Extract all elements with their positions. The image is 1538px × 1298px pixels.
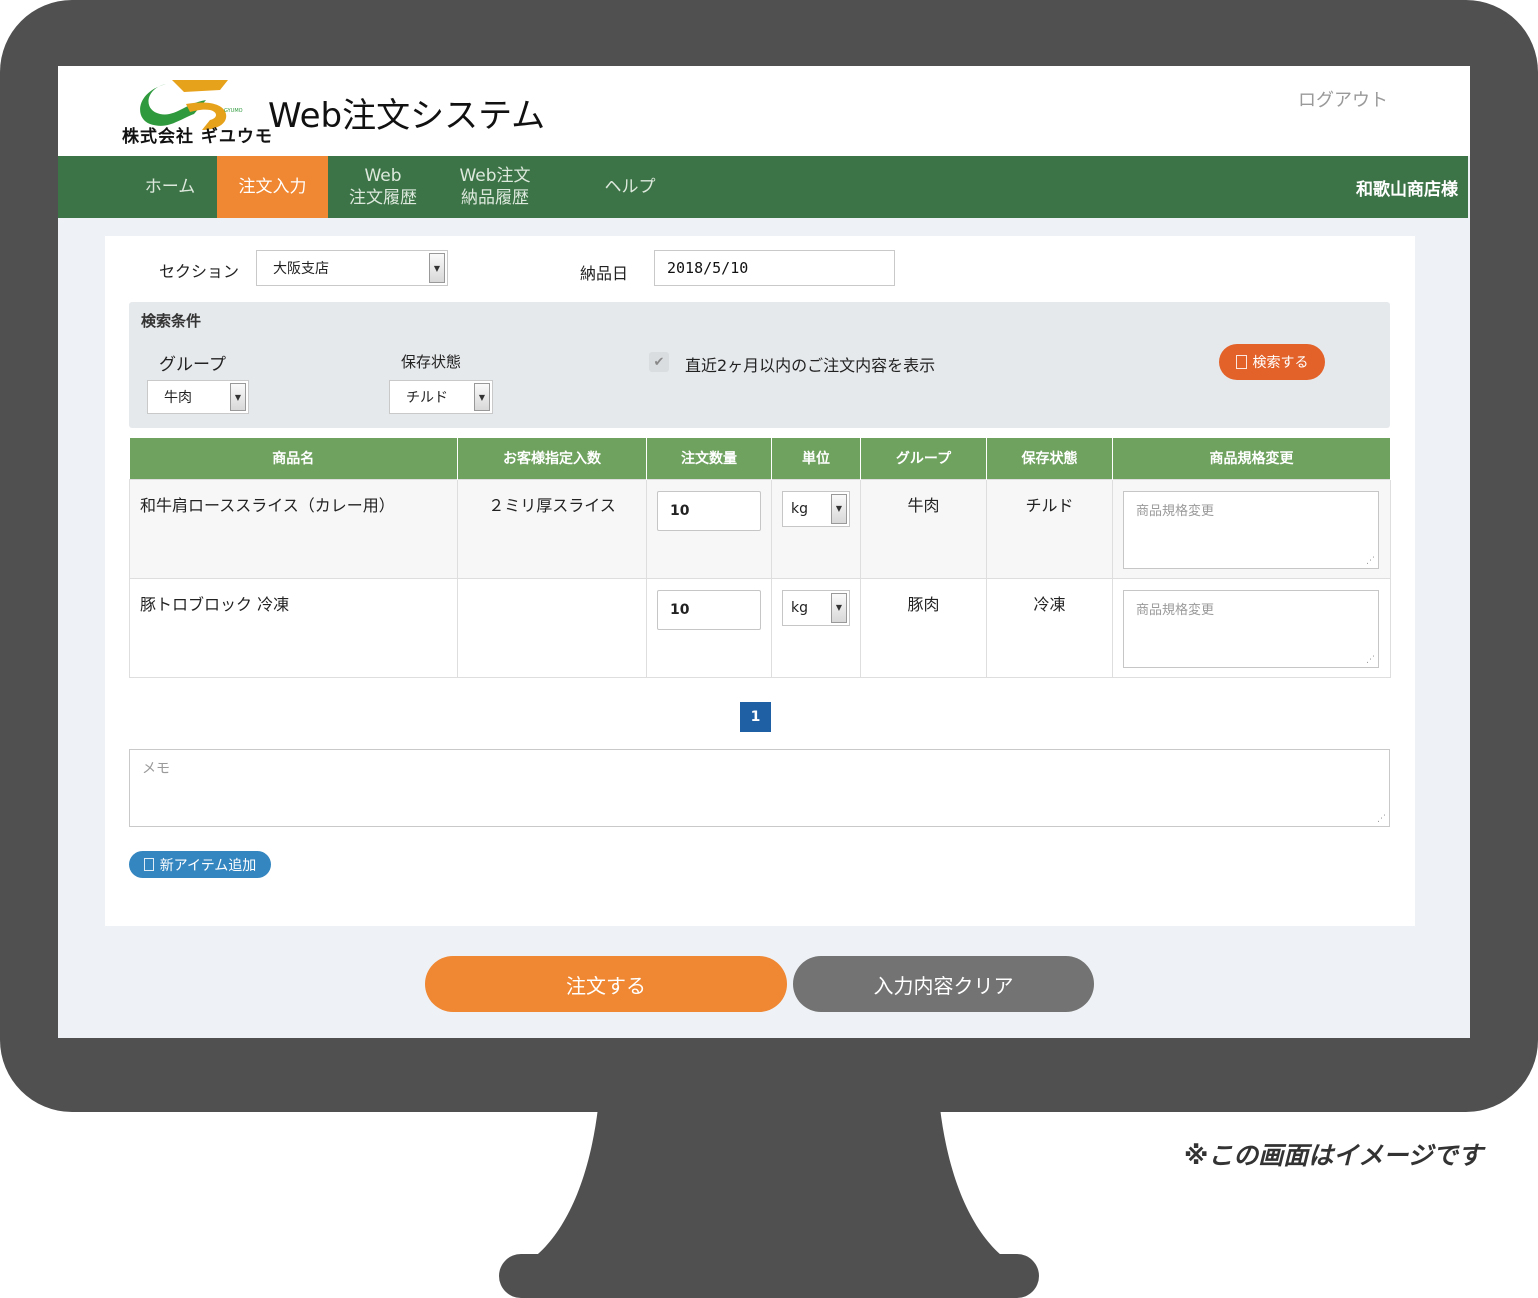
spec-change-textarea[interactable]: 商品規格変更 ⋰ [1123,589,1379,668]
chevron-down-icon: ▼ [831,592,847,623]
current-user: 和歌山商店様 [1356,179,1458,200]
unit-select[interactable]: kg ▼ [782,490,850,527]
document-icon [1235,355,1247,369]
order-qty-input[interactable]: 10 [657,490,761,531]
chevron-down-icon: ▼ [230,383,246,411]
document-icon [143,858,154,871]
column-header-product: 商品名 [129,438,458,479]
pagination-page-1[interactable]: 1 [740,702,771,732]
unit-select-value: kg [791,500,808,517]
group-label: グループ [159,355,226,375]
customer-qty: ２ミリ厚スライス [488,495,616,515]
column-header-customer-qty: お客様指定入数 [457,438,647,479]
table-row: 豚トロブロック 冷凍 10 kg ▼ 豚肉 冷凍 商品規格変更 ⋰ [129,577,1391,678]
product-name: 豚トロブロック 冷凍 [140,594,290,614]
add-item-button[interactable]: 新アイテム追加 [129,851,271,878]
unit-select-value: kg [791,599,808,616]
nav-item-web-order-history[interactable]: Web 注文履歴 [333,156,433,218]
app-header: GYUMO 株式会社 ギユウモ Web注文システム ログアウト [58,66,1470,156]
search-conditions: 検索条件 グループ 牛肉 ▼ 保存状態 チルド ▼ ✔ 直近2ヶ月以内のご注文内… [129,302,1390,428]
table-header-row: 商品名 お客様指定入数 注文数量 単位 グループ 保存状態 商品規格変更 [129,438,1391,479]
column-header-spec-change: 商品規格変更 [1112,438,1391,479]
column-header-storage: 保存状態 [986,438,1113,479]
memo-placeholder: メモ [142,761,170,777]
section-select-value: 大阪支店 [273,261,329,277]
clear-input-button[interactable]: 入力内容クリア [793,956,1094,1012]
chevron-down-icon: ▼ [831,493,847,524]
app-title: Web注文システム [268,96,546,136]
spec-change-placeholder: 商品規格変更 [1136,503,1215,519]
chevron-down-icon: ▼ [429,253,445,283]
search-button[interactable]: 検索する [1219,344,1325,380]
nav-item-order-entry[interactable]: 注文入力 [217,156,328,218]
memo-textarea[interactable]: メモ ⋰ [129,749,1390,827]
order-submit-button[interactable]: 注文する [425,956,787,1012]
resize-grip-icon[interactable]: ⋰ [1366,655,1375,665]
group-cell: 牛肉 [907,495,940,515]
storage-cell: 冷凍 [1033,594,1066,614]
logout-link[interactable]: ログアウト [1298,86,1388,112]
resize-grip-icon[interactable]: ⋰ [1366,556,1375,566]
group-select-value: 牛肉 [164,390,192,406]
order-items-table: 商品名 お客様指定入数 注文数量 単位 グループ 保存状態 商品規格変更 和牛肩… [129,438,1391,678]
unit-select[interactable]: kg ▼ [782,589,850,626]
storage-select[interactable]: チルド ▼ [389,380,493,414]
storage-label: 保存状態 [401,353,462,371]
logo-company-name: 株式会社 ギユウモ [122,127,273,147]
spec-change-placeholder: 商品規格変更 [1136,602,1215,618]
order-qty-input[interactable]: 10 [657,589,761,630]
table-row: 和牛肩ローススライス（カレー用） ２ミリ厚スライス 10 kg ▼ 牛肉 チルド … [129,478,1391,579]
order-form-panel: セクション 大阪支店 ▼ 納品日 2018/5/10 検索条件 グループ 牛肉 … [105,236,1415,926]
app-screen: GYUMO 株式会社 ギユウモ Web注文システム ログアウト ホーム 注文入力… [58,66,1470,1038]
column-header-group: グループ [860,438,987,479]
add-item-button-label: 新アイテム追加 [159,857,257,874]
search-conditions-title: 検索条件 [141,312,202,330]
logo-mark: GYUMO [224,108,243,114]
section-select[interactable]: 大阪支店 ▼ [256,250,448,286]
storage-select-value: チルド [406,390,448,406]
column-header-order-qty: 注文数量 [646,438,772,479]
resize-grip-icon[interactable]: ⋰ [1377,814,1386,824]
spec-change-textarea[interactable]: 商品規格変更 ⋰ [1123,490,1379,569]
customer-qty [458,579,646,591]
main-nav: ホーム 注文入力 Web 注文履歴 Web注文 納品履歴 ヘルプ 和歌山商店様 [58,156,1468,218]
nav-item-home[interactable]: ホーム [120,156,220,218]
group-select[interactable]: 牛肉 ▼ [147,380,249,414]
storage-cell: チルド [1025,495,1074,515]
nav-item-help[interactable]: ヘルプ [578,156,682,218]
recent-orders-checkbox[interactable]: ✔ [649,352,669,372]
group-cell: 豚肉 [907,594,940,614]
chevron-down-icon: ▼ [474,383,490,411]
nav-item-delivery-history[interactable]: Web注文 納品履歴 [443,156,547,218]
section-label: セクション [159,262,240,281]
delivery-date-label: 納品日 [580,264,629,283]
delivery-date-input[interactable]: 2018/5/10 [654,250,895,286]
recent-orders-label: 直近2ヶ月以内のご注文内容を表示 [685,356,936,375]
image-disclaimer: ※この画面はイメージです [1184,1141,1483,1170]
product-name: 和牛肩ローススライス（カレー用） [140,495,395,515]
check-icon: ✔ [653,354,665,370]
column-header-unit: 単位 [771,438,861,479]
search-button-label: 検索する [1252,355,1309,371]
